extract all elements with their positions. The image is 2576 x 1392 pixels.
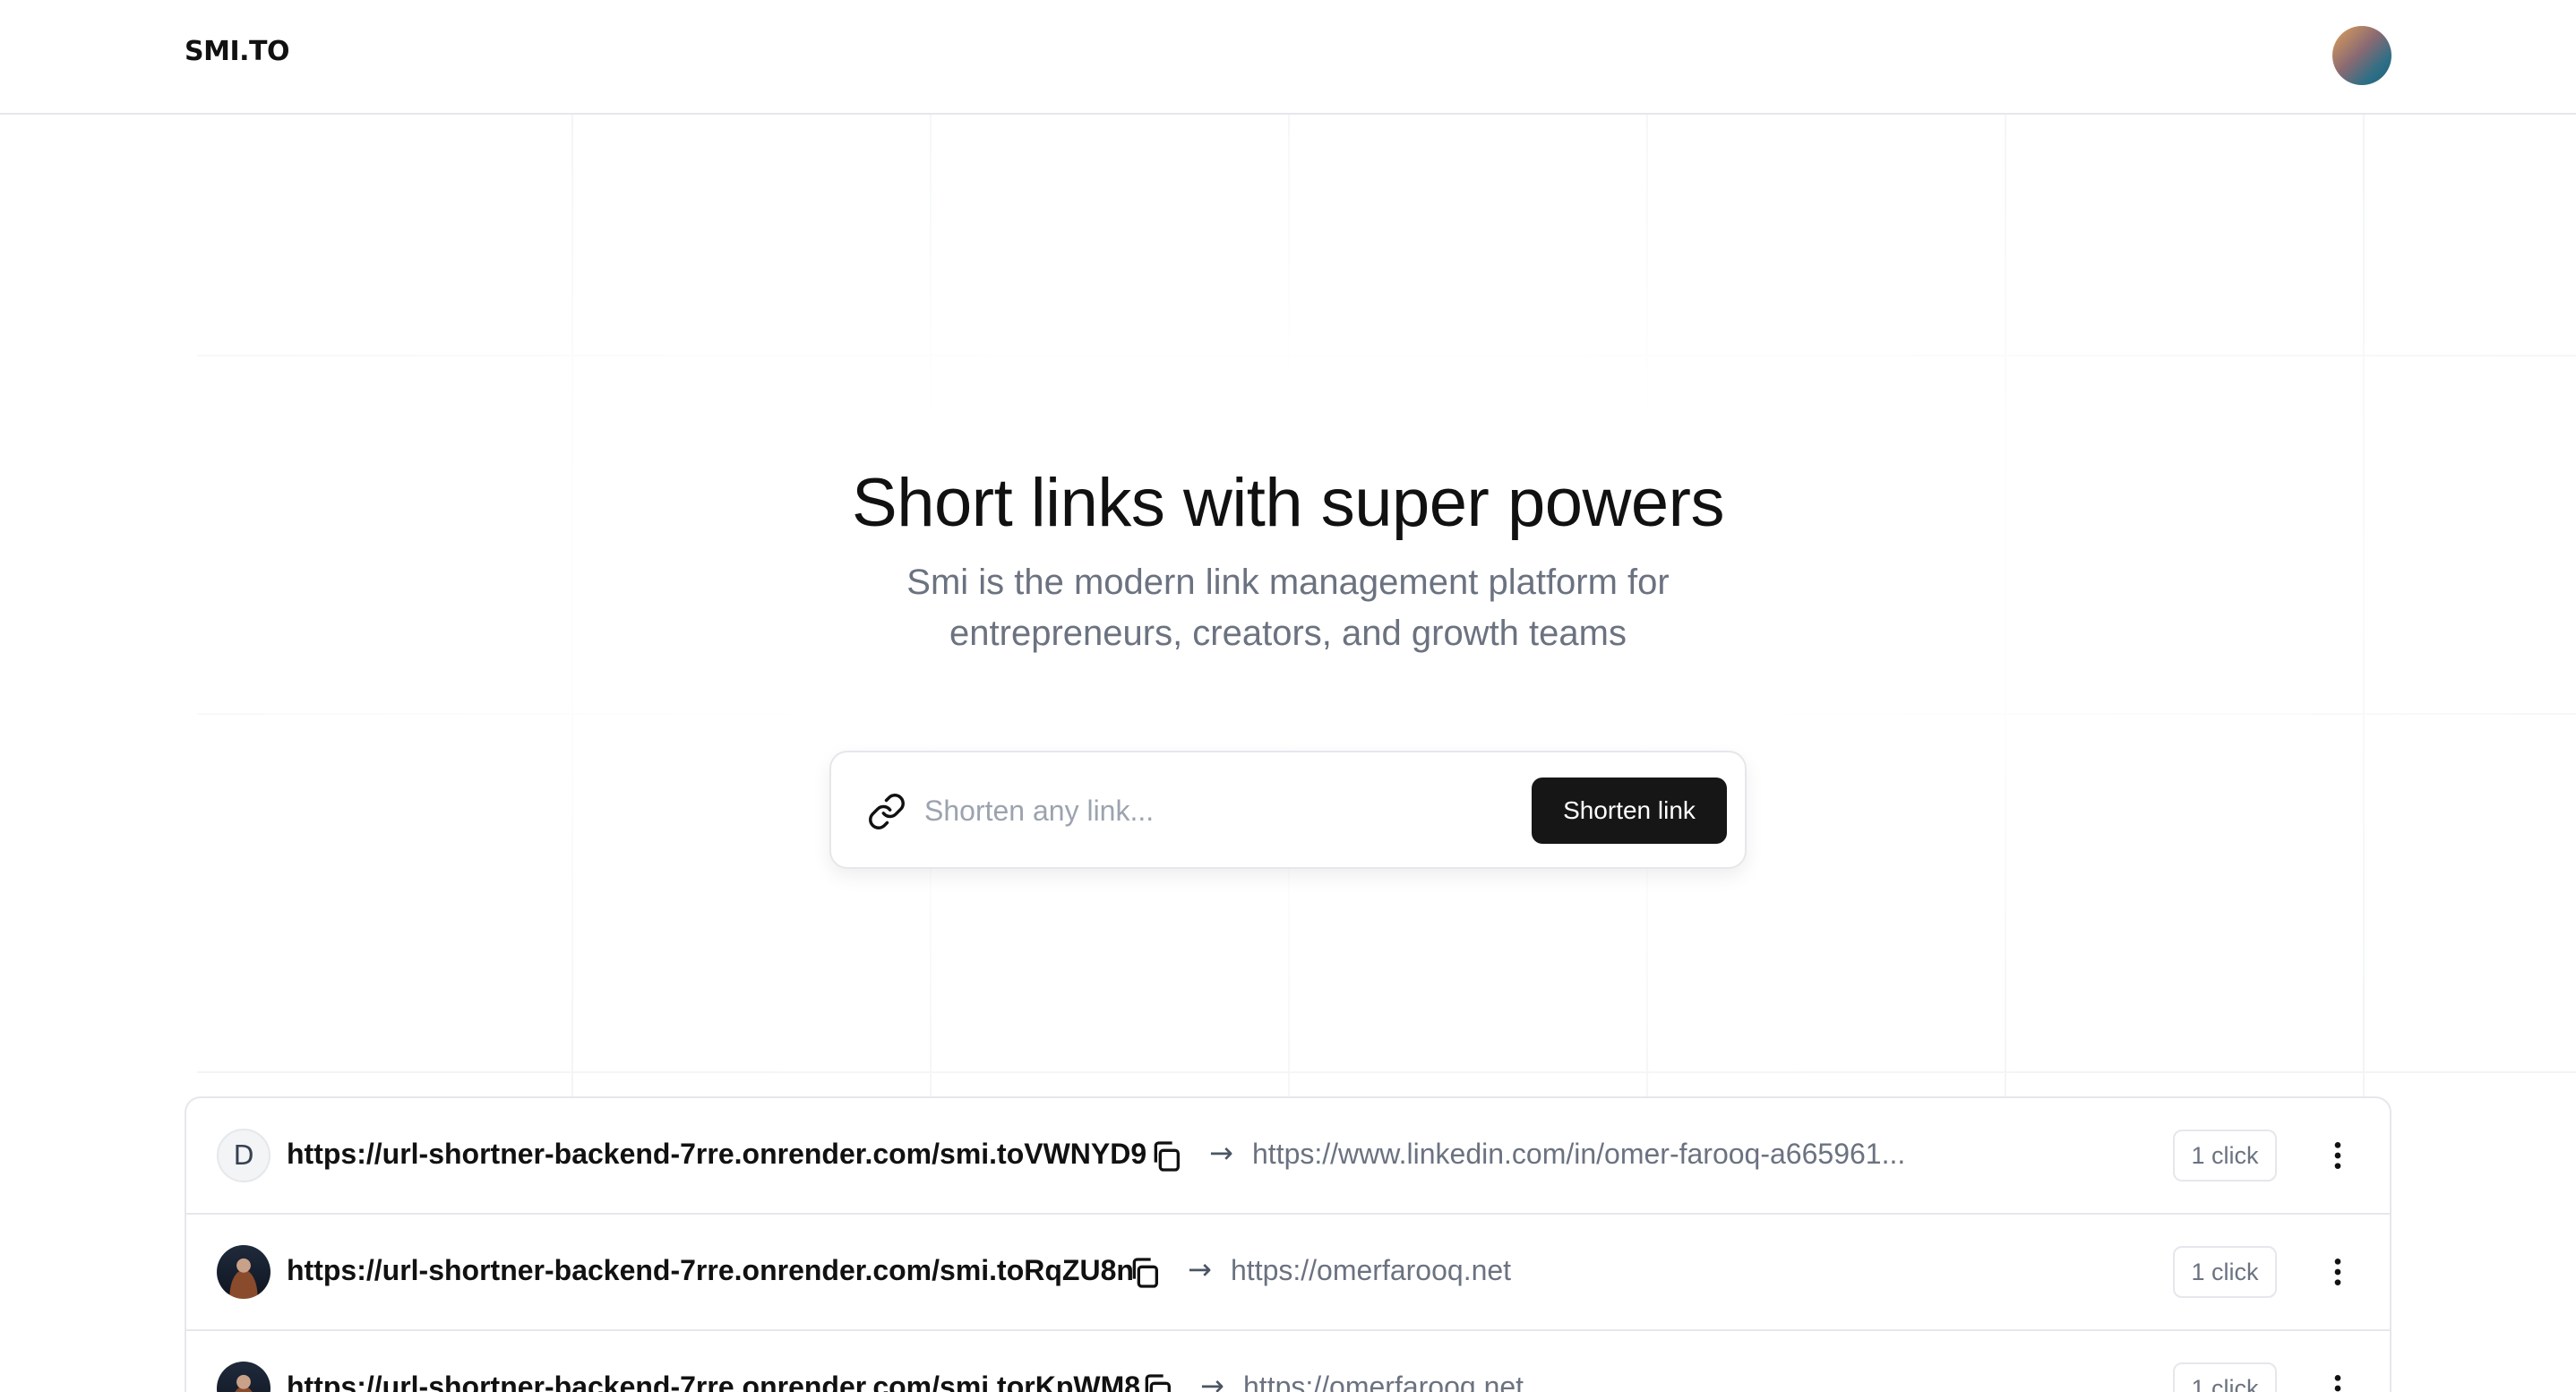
click-count-badge[interactable]: 1 click [2173,1246,2277,1298]
link-row[interactable]: https://url-shortner-backend-7rre.onrend… [186,1215,2390,1331]
link-avatar [217,1362,270,1392]
more-vertical-icon[interactable] [2320,1254,2356,1290]
top-navbar: SMI.TO [0,0,2576,115]
page: SMI.TO Short links with super powers Smi… [0,0,2576,1392]
copy-icon[interactable] [1139,1371,1175,1392]
click-count-badge[interactable]: 1 click [2173,1362,2277,1392]
more-vertical-icon[interactable] [2320,1138,2356,1173]
link-icon [869,794,905,829]
user-avatar[interactable] [2332,26,2391,85]
hero-title: Short links with super powers [852,465,1724,541]
short-url[interactable]: https://url-shortner-backend-7rre.onrend… [287,1254,1134,1287]
link-avatar: D [217,1129,270,1182]
more-vertical-icon[interactable] [2320,1371,2356,1392]
hero-section: Short links with super powers Smi is the… [0,459,2576,659]
shorten-url-input[interactable] [924,779,1426,842]
shorten-link-button[interactable]: Shorten link [1532,778,1727,844]
link-row[interactable]: https://url-shortner-backend-7rre.onrend… [186,1331,2390,1392]
copy-icon[interactable] [1148,1139,1184,1174]
short-url[interactable]: https://url-shortner-backend-7rre.onrend… [287,1371,1140,1392]
link-row[interactable]: D https://url-shortner-backend-7rre.onre… [186,1098,2390,1215]
copy-icon[interactable] [1127,1255,1163,1291]
shorten-form: Shorten link [829,751,1747,869]
logo[interactable]: SMI.TO [185,36,290,67]
short-url[interactable]: https://url-shortner-backend-7rre.onrend… [287,1138,1146,1171]
click-count-badge[interactable]: 1 click [2173,1130,2277,1181]
links-list: D https://url-shortner-backend-7rre.onre… [185,1096,2391,1392]
arrow-right-icon: → [1209,1136,1233,1170]
destination-url[interactable]: https://omerfarooq.net [1231,1254,1511,1287]
link-avatar [217,1245,270,1299]
arrow-right-icon: → [1188,1252,1212,1286]
destination-url[interactable]: https://omerfarooq.net [1243,1371,1524,1392]
arrow-right-icon: → [1200,1369,1224,1392]
destination-url[interactable]: https://www.linkedin.com/in/omer-farooq-… [1252,1138,1905,1171]
hero-subtitle: Smi is the modern link management platfo… [906,563,1670,653]
